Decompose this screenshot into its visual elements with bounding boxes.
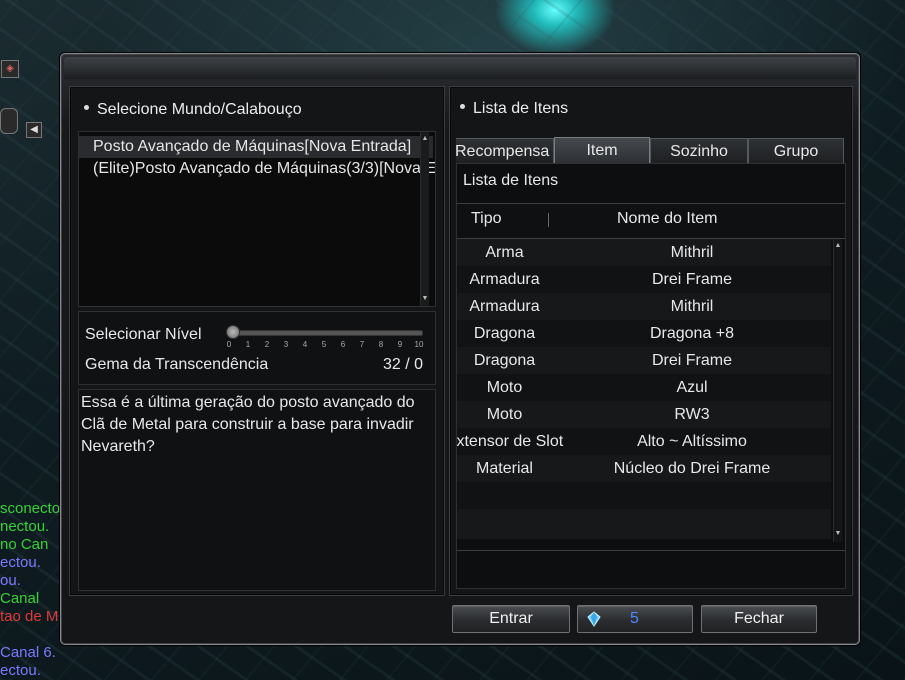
tab-bar: Recompensa Item Sozinho Grupo <box>456 137 846 163</box>
item-name: Alto ~ Altíssimo <box>637 433 747 450</box>
item-row[interactable]: Extensor de Slot Alto ~ Altíssimo <box>457 428 831 455</box>
level-tick: 7 <box>359 340 365 349</box>
item-name: RW3 <box>674 406 710 423</box>
scroll-up-icon[interactable]: ▲ <box>421 134 429 144</box>
close-button[interactable]: Fechar <box>701 605 817 633</box>
item-list-header: Tipo Nome do Item <box>457 203 845 239</box>
item-row-empty <box>457 509 831 539</box>
scroll-down-icon[interactable]: ▼ <box>834 529 842 539</box>
level-tick: 6 <box>340 340 346 349</box>
gem-count: 5 <box>630 610 639 627</box>
column-header-type: Tipo <box>471 210 502 227</box>
item-list-footer-divider <box>457 550 845 551</box>
level-tick: 2 <box>264 340 270 349</box>
level-tick: 8 <box>378 340 384 349</box>
tab-grupo[interactable]: Grupo <box>748 138 844 163</box>
chat-line: ectou. <box>0 662 41 679</box>
window-title-bar[interactable] <box>64 57 856 79</box>
item-row[interactable]: Armadura Drei Frame <box>457 266 831 293</box>
level-tick: 5 <box>321 340 327 349</box>
scroll-down-icon[interactable]: ▼ <box>421 294 429 304</box>
item-name: Dragona +8 <box>649 325 735 342</box>
item-list-box: Lista de Itens Tipo Nome do Item Arma Mit… <box>456 163 846 589</box>
item-row[interactable]: Dragona Drei Frame <box>457 347 831 374</box>
item-type: Moto <box>486 406 523 423</box>
item-type: Dragona <box>473 352 536 369</box>
gem-value: 32 / 0 <box>382 356 423 373</box>
item-name: Mithril <box>670 298 714 315</box>
level-tick: 1 <box>245 340 251 349</box>
hud-menu-icon[interactable]: ◈ <box>1 60 19 78</box>
level-tick: 3 <box>283 340 289 349</box>
item-row-empty <box>457 482 831 509</box>
item-row[interactable]: Dragona Dragona +8 <box>457 320 831 347</box>
chat-line: Canal 6. <box>0 644 56 661</box>
enter-button[interactable]: Entrar <box>452 605 570 633</box>
tab-item[interactable]: Item <box>554 137 650 163</box>
bullet-icon <box>84 105 89 111</box>
dungeon-list-scrollbar[interactable]: ▲ ▼ <box>420 132 429 306</box>
dungeon-item[interactable]: Posto Avançado de Máquinas[Nova Entrada] <box>79 136 433 158</box>
item-type: Arma <box>485 244 524 261</box>
level-ticks: 0 1 2 3 4 5 6 7 8 9 10 <box>79 340 435 350</box>
item-row[interactable]: Moto Azul <box>457 374 831 401</box>
gem-cost-button[interactable]: 5 <box>577 605 693 633</box>
hud-slot-icon[interactable] <box>0 108 18 134</box>
speaker-icon[interactable]: ◀ <box>26 122 42 138</box>
level-tick: 4 <box>302 340 308 349</box>
item-name: Drei Frame <box>651 271 732 288</box>
column-divider <box>548 213 549 227</box>
item-row[interactable]: Material Núcleo do Drei Frame <box>457 455 831 482</box>
item-type: Moto <box>486 379 523 396</box>
left-panel: Selecione Mundo/Calabouço Posto Avançado… <box>69 86 445 596</box>
item-name: Drei Frame <box>651 352 732 369</box>
item-name: Azul <box>676 379 708 396</box>
level-slider-track[interactable] <box>229 330 423 336</box>
item-list-scrollbar[interactable]: ▲ ▼ <box>833 239 842 542</box>
level-slider-knob[interactable] <box>226 325 240 339</box>
item-row[interactable]: Moto RW3 <box>457 401 831 428</box>
level-tick: 9 <box>397 340 403 349</box>
scroll-up-icon[interactable]: ▲ <box>834 241 842 251</box>
item-type: Material <box>476 460 533 477</box>
gem-label: Gema da Transcendência <box>85 356 269 373</box>
item-name: Núcleo do Drei Frame <box>613 460 771 477</box>
tab-recompensa[interactable]: Recompensa <box>456 138 554 163</box>
gem-icon <box>586 610 602 627</box>
description-box: Essa é a última geração do posto avançad… <box>78 389 436 591</box>
item-type: Armadura <box>469 298 540 315</box>
dungeon-description: Essa é a última geração do posto avançad… <box>81 394 415 455</box>
item-row[interactable]: Arma Mithril <box>457 239 831 266</box>
dungeon-entry-window: Selecione Mundo/Calabouço Posto Avançado… <box>60 53 860 645</box>
bullet-icon <box>460 104 465 110</box>
item-list-title: Lista de Itens <box>460 100 568 118</box>
dungeon-item[interactable]: (Elite)Posto Avançado de Máquinas(3/3)[N… <box>79 158 435 180</box>
tab-sozinho[interactable]: Sozinho <box>650 138 748 163</box>
item-name: Mithril <box>670 244 714 261</box>
item-type: Dragona <box>473 325 536 342</box>
dungeon-list[interactable]: Posto Avançado de Máquinas[Nova Entrada]… <box>78 131 436 307</box>
item-rows: Arma Mithril Armadura Drei Frame Armadura M… <box>457 239 831 539</box>
level-tick: 10 <box>414 340 424 349</box>
column-header-name: Nome do Item <box>617 210 718 227</box>
level-gem-box: Selecionar Nível 0 1 2 3 4 5 6 7 8 9 10 … <box>78 311 436 385</box>
level-tick: 0 <box>226 340 232 349</box>
right-panel: Lista de Itens Recompensa Item Sozinho G… <box>449 86 853 596</box>
item-type: Armadura <box>469 271 540 288</box>
item-row[interactable]: Armadura Mithril <box>457 293 831 320</box>
item-list-subtitle: Lista de Itens <box>463 172 559 189</box>
dungeon-select-title: Selecione Mundo/Calabouço <box>84 101 302 119</box>
